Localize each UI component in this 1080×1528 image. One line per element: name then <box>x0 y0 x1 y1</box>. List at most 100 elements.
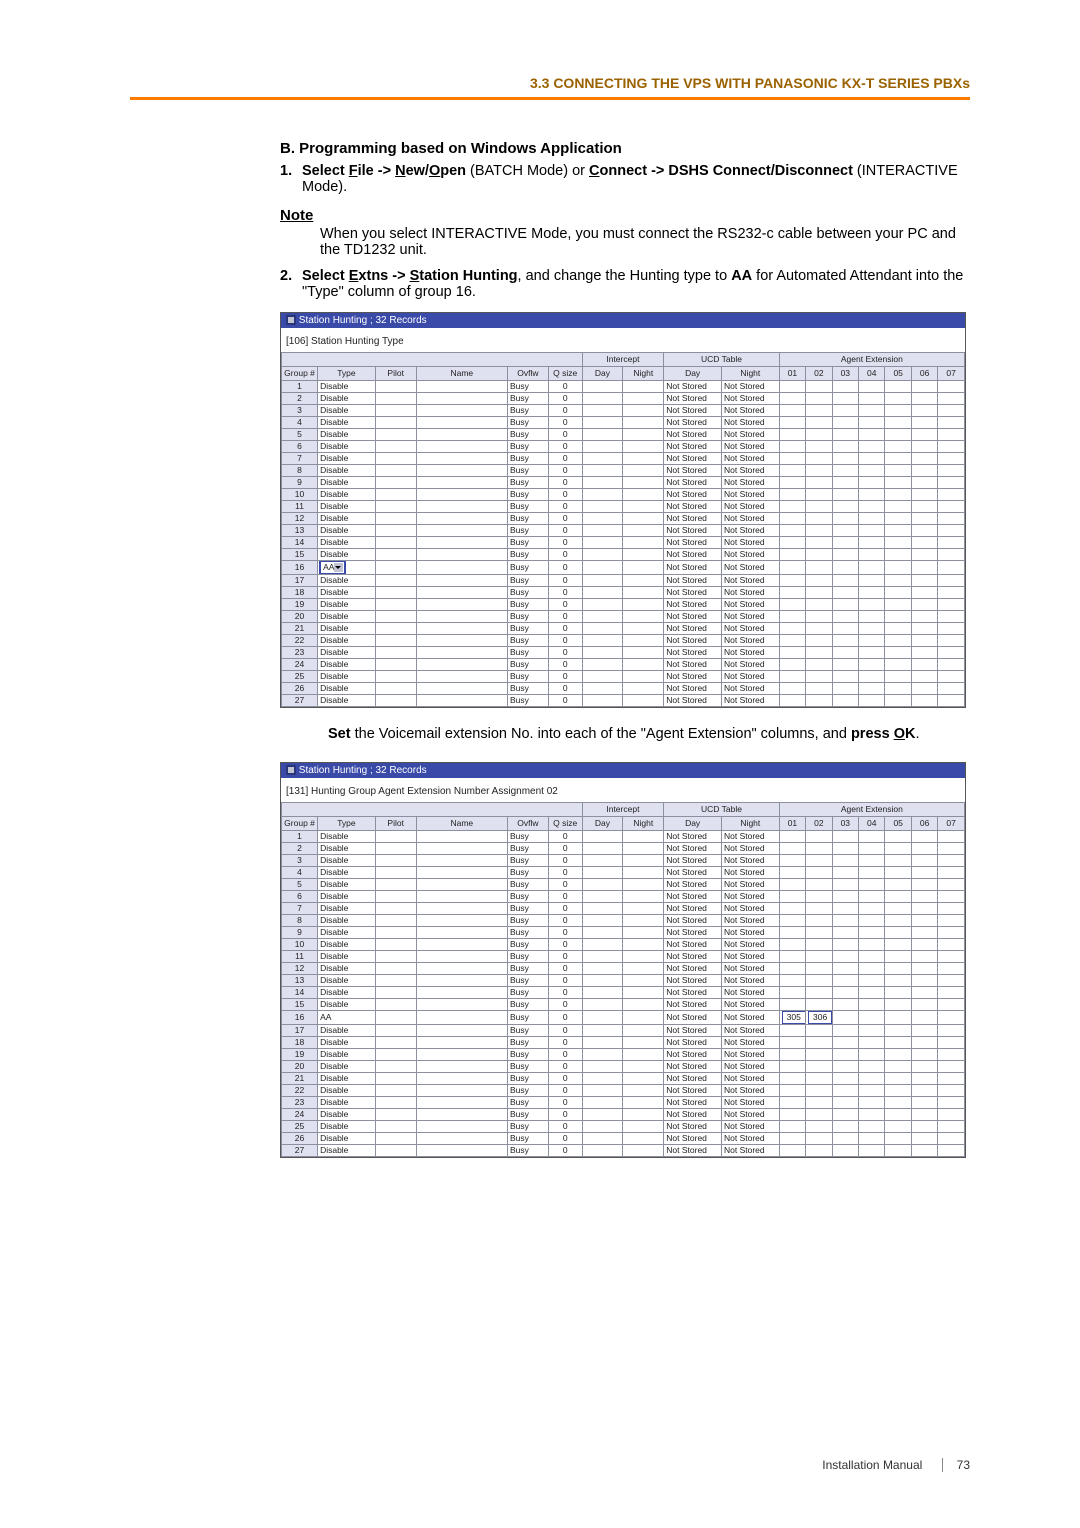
cell[interactable]: Busy <box>507 915 548 927</box>
agent-ext-cell[interactable] <box>806 999 832 1011</box>
agent-ext-cell[interactable] <box>859 537 885 549</box>
type-cell[interactable]: Disable <box>318 939 376 951</box>
agent-ext-cell[interactable] <box>806 867 832 879</box>
agent-ext-cell[interactable] <box>911 381 937 393</box>
type-cell[interactable]: Disable <box>318 635 376 647</box>
cell[interactable] <box>375 915 416 927</box>
cell[interactable] <box>375 1049 416 1061</box>
agent-ext-cell[interactable] <box>938 453 965 465</box>
agent-ext-cell[interactable] <box>938 1025 965 1037</box>
agent-ext-cell[interactable] <box>938 1085 965 1097</box>
cell[interactable] <box>623 575 664 587</box>
cell[interactable] <box>416 867 507 879</box>
agent-ext-cell[interactable] <box>859 477 885 489</box>
cell[interactable]: 0 <box>548 561 582 575</box>
agent-ext-cell[interactable] <box>938 561 965 575</box>
cell[interactable]: Not Stored <box>664 987 722 999</box>
agent-ext-cell[interactable] <box>806 939 832 951</box>
cell[interactable] <box>375 465 416 477</box>
cell[interactable] <box>582 975 623 987</box>
cell[interactable]: Not Stored <box>721 843 779 855</box>
cell[interactable]: 0 <box>548 575 582 587</box>
cell[interactable]: Not Stored <box>664 537 722 549</box>
cell[interactable]: Not Stored <box>721 683 779 695</box>
agent-ext-cell[interactable] <box>911 831 937 843</box>
type-cell[interactable]: Disable <box>318 381 376 393</box>
cell[interactable]: 0 <box>548 1097 582 1109</box>
cell[interactable]: Busy <box>507 405 548 417</box>
agent-ext-cell[interactable] <box>832 599 858 611</box>
cell[interactable]: Not Stored <box>721 659 779 671</box>
agent-ext-cell[interactable] <box>806 561 832 575</box>
cell[interactable]: Busy <box>507 1073 548 1085</box>
cell[interactable]: Busy <box>507 441 548 453</box>
cell[interactable] <box>582 683 623 695</box>
agent-ext-cell[interactable] <box>779 927 805 939</box>
type-cell[interactable]: Disable <box>318 1133 376 1145</box>
type-cell[interactable]: Disable <box>318 671 376 683</box>
cell[interactable] <box>375 963 416 975</box>
cell[interactable]: 0 <box>548 891 582 903</box>
cell[interactable] <box>375 927 416 939</box>
agent-ext-cell[interactable] <box>885 1121 911 1133</box>
agent-ext-cell[interactable] <box>779 975 805 987</box>
cell[interactable]: Busy <box>507 453 548 465</box>
col-a01[interactable]: 01 <box>779 817 805 831</box>
agent-ext-cell[interactable] <box>885 987 911 999</box>
agent-ext-cell[interactable] <box>806 623 832 635</box>
col-ovflw[interactable]: Ovflw <box>507 817 548 831</box>
cell[interactable]: Not Stored <box>664 513 722 525</box>
agent-ext-cell[interactable] <box>885 1025 911 1037</box>
agent-ext-cell[interactable] <box>832 489 858 501</box>
agent-ext-cell[interactable] <box>779 939 805 951</box>
agent-ext-cell[interactable] <box>938 393 965 405</box>
agent-ext-cell[interactable] <box>806 1109 832 1121</box>
cell[interactable] <box>623 1073 664 1085</box>
agent-ext-cell[interactable] <box>911 611 937 623</box>
cell[interactable]: Not Stored <box>664 1037 722 1049</box>
cell[interactable] <box>582 429 623 441</box>
cell[interactable] <box>623 599 664 611</box>
agent-ext-cell[interactable] <box>779 1073 805 1085</box>
cell[interactable]: 0 <box>548 999 582 1011</box>
cell[interactable]: Busy <box>507 489 548 501</box>
cell[interactable] <box>416 1011 507 1025</box>
cell[interactable]: Not Stored <box>721 891 779 903</box>
cell[interactable] <box>623 695 664 707</box>
type-cell[interactable]: Disable <box>318 417 376 429</box>
cell[interactable] <box>416 561 507 575</box>
cell[interactable]: Not Stored <box>721 855 779 867</box>
col-ucd-night[interactable]: Night <box>721 367 779 381</box>
type-cell[interactable]: Disable <box>318 405 376 417</box>
agent-ext-cell[interactable] <box>911 1121 937 1133</box>
agent-ext-cell[interactable] <box>779 879 805 891</box>
cell[interactable] <box>416 405 507 417</box>
col-a06[interactable]: 06 <box>911 817 937 831</box>
cell[interactable] <box>582 1061 623 1073</box>
type-cell[interactable]: Disable <box>318 1061 376 1073</box>
cell[interactable] <box>582 939 623 951</box>
agent-ext-cell[interactable] <box>806 647 832 659</box>
cell[interactable] <box>582 453 623 465</box>
agent-ext-cell[interactable] <box>938 623 965 635</box>
agent-ext-cell[interactable] <box>806 1025 832 1037</box>
type-cell[interactable]: Disable <box>318 441 376 453</box>
cell[interactable] <box>582 879 623 891</box>
agent-ext-cell[interactable] <box>938 879 965 891</box>
cell[interactable] <box>375 659 416 671</box>
agent-ext-cell[interactable] <box>911 843 937 855</box>
agent-ext-cell[interactable] <box>938 1037 965 1049</box>
cell[interactable] <box>582 891 623 903</box>
cell[interactable] <box>582 537 623 549</box>
agent-ext-cell[interactable] <box>832 975 858 987</box>
agent-ext-cell[interactable] <box>938 975 965 987</box>
cell[interactable] <box>416 453 507 465</box>
cell[interactable]: Not Stored <box>664 1133 722 1145</box>
cell[interactable] <box>375 1121 416 1133</box>
cell[interactable] <box>623 867 664 879</box>
cell[interactable] <box>623 1037 664 1049</box>
agent-ext-cell[interactable] <box>885 1011 911 1025</box>
cell[interactable] <box>582 1025 623 1037</box>
agent-ext-cell[interactable] <box>885 1073 911 1085</box>
cell[interactable]: Not Stored <box>721 441 779 453</box>
